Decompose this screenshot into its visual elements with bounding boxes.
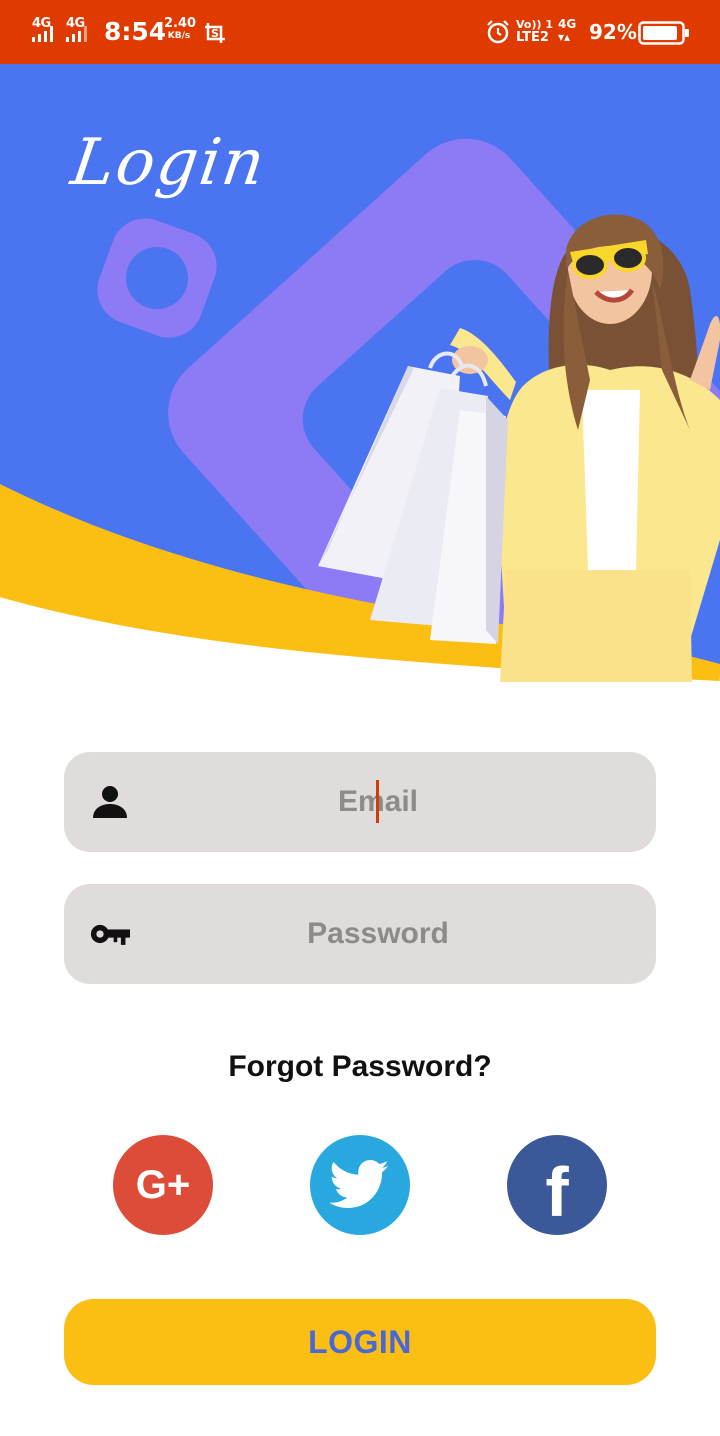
alarm-icon — [487, 20, 509, 44]
screenshot-icon: S — [205, 23, 225, 43]
volte-bottom-label: LTE2 — [516, 30, 549, 45]
page-title: Login — [66, 126, 271, 200]
google-plus-icon: G+ — [135, 1162, 191, 1207]
signal-icon — [32, 26, 53, 42]
signal-icon — [66, 26, 87, 42]
svg-text:S: S — [211, 27, 219, 40]
twitter-bird-icon — [330, 1160, 389, 1208]
hero-banner: Login — [0, 64, 720, 684]
key-icon — [90, 924, 130, 945]
facebook-icon: f — [545, 1153, 569, 1231]
network-speed: 2.40 KB/s — [164, 16, 197, 42]
shopping-woman-illustration — [318, 214, 720, 682]
login-button[interactable]: LOGIN — [64, 1299, 656, 1385]
status-bar: 4G 4G 8:54 2.40 KB/s S Vo)) 1 LTE2 4G ▾▴… — [0, 0, 720, 64]
twitter-login-button[interactable] — [310, 1135, 410, 1235]
signal-strength-sim1: 4G — [32, 16, 62, 46]
volte-indicator: Vo)) 1 LTE2 — [516, 18, 554, 44]
signal-strength-sim2: 4G — [66, 16, 96, 46]
password-field[interactable] — [64, 884, 656, 984]
sim2-network-label: 4G — [558, 17, 577, 31]
clock: 8:54 — [104, 17, 167, 46]
sim2-network-indicator: 4G ▾▴ — [558, 18, 584, 44]
network-speed-value: 2.40 — [164, 16, 197, 31]
battery-percent: 92% — [589, 20, 637, 44]
google-login-button[interactable]: G+ — [113, 1135, 213, 1235]
facebook-login-button[interactable]: f — [507, 1135, 607, 1235]
network-speed-unit: KB/s — [167, 31, 191, 41]
forgot-password-link[interactable]: Forgot Password? — [0, 1050, 720, 1084]
password-input[interactable] — [164, 884, 592, 984]
email-field[interactable] — [64, 752, 656, 852]
battery-icon — [638, 21, 689, 45]
data-arrows-icon: ▾▴ — [558, 30, 571, 44]
text-cursor — [376, 780, 379, 823]
user-icon — [93, 786, 127, 818]
